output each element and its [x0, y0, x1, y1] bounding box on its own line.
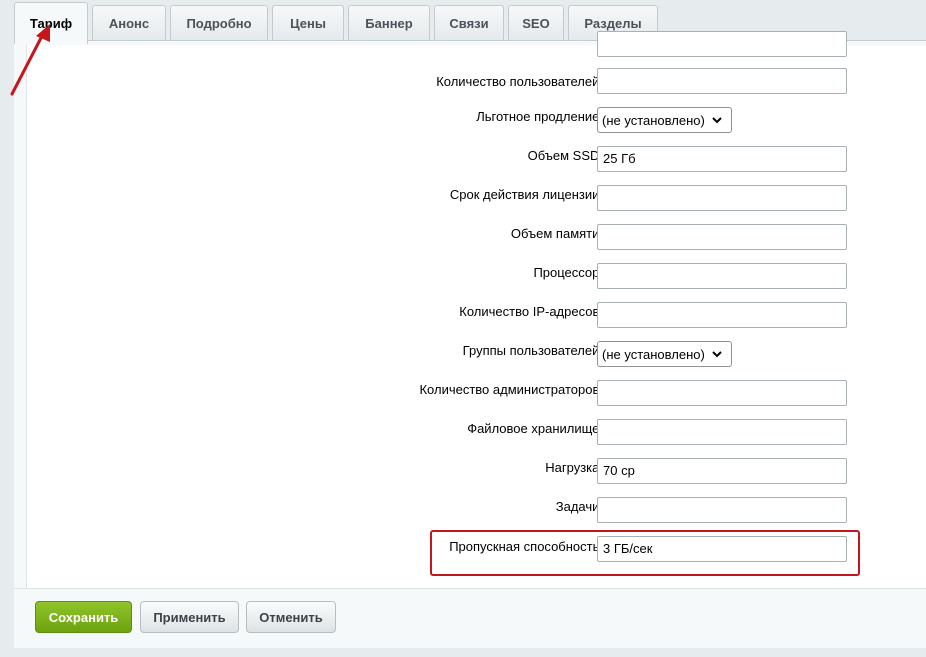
- grace-select[interactable]: (не установлено): [597, 107, 732, 133]
- storage-input[interactable]: [597, 419, 847, 445]
- users-label: Количество пользователей:: [436, 74, 603, 89]
- grace-select-value: (не установлено): [602, 112, 705, 128]
- form-row-tasks: Задачи:: [27, 497, 926, 527]
- tasks-label: Задачи:: [555, 499, 603, 514]
- groups-label: Группы пользователей:: [462, 343, 603, 358]
- form-row-grace: Льготное продление: (не установлено): [27, 107, 926, 137]
- cpu-label: Процессор:: [533, 265, 603, 280]
- form-row-storage: Файловое хранилище:: [27, 419, 926, 449]
- form-row-admins: Количество администраторов:: [27, 380, 926, 410]
- groups-select-value: (не установлено): [602, 346, 705, 362]
- form-row-cpu: Процессор:: [27, 263, 926, 293]
- license-label: Срок действия лицензии:: [449, 187, 603, 202]
- grace-label: Льготное продление:: [476, 109, 603, 124]
- annotation-arrow-icon: [10, 24, 50, 96]
- chevron-down-icon: [712, 117, 722, 124]
- form-row-ip: Количество IP-адресов:: [27, 302, 926, 332]
- load-label: Нагрузка:: [545, 460, 603, 475]
- cancel-button[interactable]: Отменить: [246, 601, 336, 633]
- tab-content-panel: Количество пользователей: Льготное продл…: [14, 31, 926, 589]
- tab-podrobno[interactable]: Подробно: [170, 5, 268, 41]
- tab-banner[interactable]: Баннер: [348, 5, 430, 41]
- admins-label: Количество администраторов:: [419, 382, 603, 397]
- storage-label: Файловое хранилище:: [467, 421, 603, 436]
- memory-input[interactable]: [597, 224, 847, 250]
- form-row-groups: Группы пользователей: (не установлено): [27, 341, 926, 371]
- ip-label: Количество IP-адресов:: [459, 304, 603, 319]
- apply-button[interactable]: Применить: [140, 601, 239, 633]
- form-row-license: Срок действия лицензии:: [27, 185, 926, 215]
- users-input[interactable]: [597, 68, 847, 94]
- memory-label: Объем памяти:: [510, 226, 603, 241]
- groups-select[interactable]: (не установлено): [597, 341, 732, 367]
- tab-bar: Тариф Анонс Подробно Цены Баннер Связи S…: [14, 2, 662, 44]
- ssd-input[interactable]: 25 Гб: [597, 146, 847, 172]
- chevron-down-icon: [712, 351, 722, 358]
- tab-anons[interactable]: Анонс: [92, 5, 166, 41]
- form-row-memory: Объем памяти:: [27, 224, 926, 254]
- bandwidth-input[interactable]: 3 ГБ/сек: [597, 536, 847, 562]
- form-row-bandwidth: Пропускная способность: 3 ГБ/сек: [27, 536, 926, 566]
- action-bar: Сохранить Применить Отменить: [14, 588, 926, 648]
- tab-seo[interactable]: SEO: [508, 5, 564, 41]
- form-row-ssd: Объем SSD: 25 Гб: [27, 146, 926, 176]
- tab-svyazi[interactable]: Связи: [434, 5, 504, 41]
- partial-input-field[interactable]: [597, 31, 847, 57]
- ssd-label: Объем SSD:: [527, 148, 603, 163]
- page: Тариф Анонс Подробно Цены Баннер Связи S…: [0, 0, 926, 657]
- tasks-input[interactable]: [597, 497, 847, 523]
- license-input[interactable]: [597, 185, 847, 211]
- admins-input[interactable]: [597, 380, 847, 406]
- save-button[interactable]: Сохранить: [35, 601, 132, 633]
- form-row-users: Количество пользователей:: [27, 68, 926, 98]
- cpu-input[interactable]: [597, 263, 847, 289]
- form-area: Количество пользователей: Льготное продл…: [26, 31, 926, 589]
- bandwidth-label: Пропускная способность:: [449, 539, 603, 554]
- tab-ceny[interactable]: Цены: [272, 5, 344, 41]
- ip-input[interactable]: [597, 302, 847, 328]
- load-input[interactable]: 70 ср: [597, 458, 847, 484]
- form-row-load: Нагрузка: 70 ср: [27, 458, 926, 488]
